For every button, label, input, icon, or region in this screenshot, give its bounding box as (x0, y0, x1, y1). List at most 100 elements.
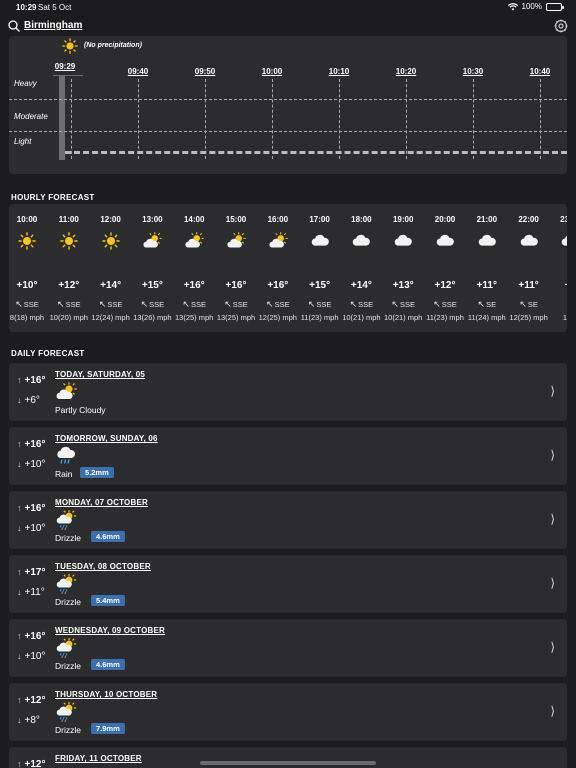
hourly-wind-speed: 13(25) mph (175, 313, 214, 322)
wind-arrow-icon: ↖ (224, 299, 232, 309)
current-time-tick (53, 75, 83, 76)
wind-arrow-icon: ↖ (15, 299, 23, 309)
daily-forecast-card[interactable]: ↑ +16° MONDAY, 07 OCTOBER ↓ +10° Drizzle 4.6mm… (9, 491, 567, 549)
daily-forecast-card[interactable]: ↑ +16° WEDNESDAY, 09 OCTOBER ↓ +10° Drizzle 4.… (9, 619, 567, 677)
search-icon[interactable] (8, 20, 20, 32)
precipitation-amount-badge: 4.6mm (91, 659, 125, 670)
hourly-wind-speed: 13(25) mph (216, 313, 256, 322)
hourly-temperature: +15° (309, 280, 331, 291)
low-temperature: ↓ +11° (17, 587, 45, 598)
low-temperature-value: +8° (24, 715, 40, 726)
hourly-wind-speed: 12(25) mph (258, 313, 297, 322)
arrow-up-icon: ↑ (17, 375, 22, 385)
hourly-wind-direction: ↖SSE (425, 299, 465, 310)
partly-cloudy-icon (268, 232, 288, 250)
hourly-item: 20:00 +12° ↖SSE 11(23) mph (425, 204, 465, 332)
hourly-wind-direction: ↖SE (509, 299, 549, 310)
chevron-right-icon: ⟩ (550, 448, 555, 462)
hourly-time: 12:00 (100, 215, 121, 224)
precipitation-amount-badge: 5.4mm (91, 595, 125, 606)
condition-label: Drizzle (55, 533, 81, 543)
high-temperature: ↑ +16° (17, 439, 45, 450)
day-title: MONDAY, 07 OCTOBER (55, 498, 148, 507)
hourly-time: 14:00 (183, 215, 205, 224)
low-temperature: ↓ +10° (17, 523, 45, 534)
arrow-down-icon: ↓ (17, 651, 22, 661)
level-light-label: Light (14, 137, 32, 146)
grid-line (138, 79, 139, 159)
level-heavy-line (9, 99, 567, 100)
hourly-wind-direction: ↖SSE (341, 299, 381, 310)
hourly-temperature: +10° (16, 280, 38, 291)
cloud-icon (435, 232, 455, 250)
low-temperature: ↓ +10° (17, 651, 45, 662)
arrow-down-icon: ↓ (17, 587, 22, 597)
hourly-time: 17:00 (309, 215, 330, 224)
hourly-item: 19:00 +13° ↖SSE 10(21) mph (383, 204, 423, 332)
hourly-wind-direction: ↖SSE (300, 299, 340, 310)
low-temperature-value: +10° (24, 523, 46, 534)
grid-line (339, 79, 340, 159)
daily-forecast-card[interactable]: ↑ +17° TUESDAY, 08 OCTOBER ↓ +11° Drizzle 5.4m… (9, 555, 567, 613)
arrow-up-icon: ↑ (17, 503, 22, 513)
hourly-temperature: +11° (476, 280, 497, 291)
header: Birmingham (0, 16, 576, 36)
precipitation-chart[interactable]: (No precipitation) 09:29 09:40 09:50 10:… (9, 36, 567, 174)
hourly-forecast-strip[interactable]: 10:00 +10° ↖SSE 8(18) mph 11:00 +12° ↖SSE 10(20… (9, 204, 567, 332)
hourly-item: 15:00 +16° ↖SSE 13(25) mph (216, 204, 256, 332)
day-title: TODAY, SATURDAY, 05 (55, 370, 146, 379)
tick-label: 10:20 (395, 67, 417, 76)
daily-forecast-card[interactable]: ↑ +12° THURSDAY, 10 OCTOBER ↓ +8° Drizzle 7.9m… (9, 683, 567, 741)
hourly-item: 10:00 +10° ↖SSE 8(18) mph (9, 204, 47, 332)
hourly-wind-speed: 10(21) mph (342, 313, 381, 322)
hourly-wind-direction: ↖SSE (49, 299, 89, 310)
low-temperature: ↓ +6° (17, 395, 40, 406)
arrow-up-icon: ↑ (17, 631, 22, 641)
condition-label: Drizzle (55, 597, 81, 607)
cloud-icon (393, 232, 413, 250)
high-temperature-value: +12° (24, 759, 46, 768)
tick-label: 09:50 (194, 67, 216, 76)
hourly-wind-speed: 8(18) mph (9, 313, 45, 322)
day-title: TUESDAY, 08 OCTOBER (55, 562, 151, 571)
wind-arrow-icon: ↖ (349, 299, 358, 309)
status-time: 10:29 (16, 3, 37, 12)
day-title: WEDNESDAY, 09 OCTOBER (55, 626, 166, 635)
tick-label: 10:10 (328, 67, 350, 76)
day-title: TOMORROW, SUNDAY, 06 (55, 434, 158, 443)
grid-line (473, 79, 474, 159)
hourly-time: 10:00 (16, 215, 38, 224)
city-name-link[interactable]: Birmingham (24, 20, 82, 31)
hourly-wind-direction: ↖SSE (9, 299, 47, 310)
battery-icon (546, 2, 564, 11)
daily-forecast-card[interactable]: ↑ +16° TOMORROW, SUNDAY, 06 ↓ +10° Rain 5.2mm ⟩ (9, 427, 567, 485)
low-temperature-value: +6° (24, 395, 40, 406)
current-time-marker[interactable] (59, 76, 65, 160)
grid-line (272, 79, 273, 159)
hourly-temperature: +16° (225, 280, 247, 291)
wind-arrow-icon: ↖ (266, 299, 274, 309)
high-temperature-value: +16° (24, 631, 46, 642)
precipitation-amount-badge: 4.6mm (91, 531, 125, 542)
hourly-time: 13:00 (142, 215, 163, 224)
grid-line (205, 79, 206, 159)
precipitation-amount-badge: 5.2mm (80, 467, 114, 478)
chevron-right-icon: ⟩ (550, 576, 555, 590)
daily-forecast-card[interactable]: ↑ +16° TODAY, SATURDAY, 05 ↓ +6° Partly Cloud… (9, 363, 567, 421)
sun-drizzle-icon (55, 510, 77, 530)
hourly-temperature: +14° (350, 280, 372, 291)
hourly-wind-speed: 12(25) mph (509, 313, 548, 322)
precipitation-amount-badge: 7.9mm (91, 723, 125, 734)
hourly-wind-speed: 11(23) mph (300, 313, 339, 322)
wind-direction-label: SSE (441, 300, 457, 309)
home-indicator[interactable] (200, 761, 376, 765)
status-date: Sat 5 Oct (38, 3, 72, 12)
high-temperature: ↑ +17° (17, 567, 45, 578)
low-temperature-value: +11° (24, 587, 45, 598)
gear-icon[interactable] (554, 19, 568, 33)
hourly-item: 12:00 +14° ↖SSE 12(24) mph (91, 204, 131, 332)
sun-icon (59, 232, 79, 250)
sun-drizzle-icon (55, 638, 77, 658)
level-heavy-label: Heavy (14, 79, 37, 88)
cloud-icon (560, 232, 567, 250)
